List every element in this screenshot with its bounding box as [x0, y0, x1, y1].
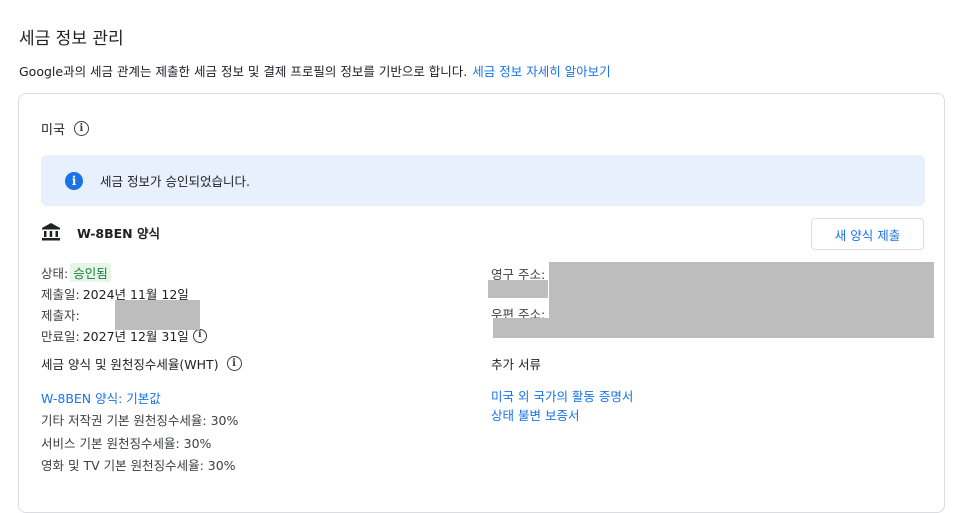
docs-section-title: 추가 서류	[491, 354, 541, 373]
wht-form-link[interactable]: W-8BEN 양식: 기본값	[41, 386, 238, 409]
status-row: 상태: 승인됨	[41, 262, 207, 283]
wht-list: W-8BEN 양식: 기본값 기타 저작권 기본 원천징수세율: 30% 서비스…	[41, 386, 238, 476]
bank-icon	[42, 223, 60, 241]
intro-text-row: Google과의 세금 관계는 제출한 세금 정보 및 결제 프로필의 정보를 …	[19, 61, 611, 80]
submitter-redaction	[115, 300, 200, 330]
wht-section-title: 세금 양식 및 원천징수세율(WHT) i	[41, 354, 242, 373]
submitted-label: 제출일:	[41, 287, 80, 302]
wht-info-icon[interactable]: i	[226, 356, 242, 371]
docs-list: 미국 외 국가의 활동 증명서 상태 불변 보증서	[491, 386, 633, 424]
form-name: W-8BEN 양식	[77, 225, 160, 241]
wht-services-rate: 서비스 기본 원천징수세율: 30%	[41, 435, 212, 451]
submitter-label: 제출자:	[41, 308, 80, 323]
status-badge: 승인됨	[70, 263, 111, 282]
status-label: 상태:	[41, 266, 69, 281]
form-header: W-8BEN 양식	[41, 222, 160, 242]
permanent-address-redaction-2	[488, 280, 548, 298]
tax-info-card: 미국 i i 세금 정보가 승인되었습니다. W-8BEN 양식 새 양식 제출…	[18, 93, 945, 513]
tax-info-learn-more-link[interactable]: 세금 정보 자세히 알아보기	[472, 64, 610, 79]
mailing-address-redaction	[549, 298, 934, 338]
banner-text: 세금 정보가 승인되었습니다.	[100, 174, 250, 189]
wht-film-tv-rate: 영화 및 TV 기본 원천징수세율: 30%	[41, 458, 236, 474]
wht-title: 세금 양식 및 원천징수세율(WHT)	[41, 357, 219, 372]
page-title: 세금 정보 관리	[19, 29, 124, 49]
expiry-info-icon[interactable]: i	[192, 328, 207, 343]
wht-royalty-rate: 기타 저작권 기본 원천징수세율: 30%	[41, 413, 239, 429]
non-us-activity-cert-link[interactable]: 미국 외 국가의 활동 증명서	[491, 386, 633, 405]
submit-new-form-button[interactable]: 새 양식 제출	[811, 218, 924, 250]
info-filled-icon: i	[65, 171, 83, 190]
country-heading: 미국 i	[41, 119, 89, 138]
approval-banner: i 세금 정보가 승인되었습니다.	[41, 155, 925, 206]
docs-title: 추가 서류	[491, 357, 541, 372]
country-label: 미국	[41, 123, 65, 138]
expiry-label: 만료일:	[41, 329, 80, 344]
intro-text: Google과의 세금 관계는 제출한 세금 정보 및 결제 프로필의 정보를 …	[19, 64, 468, 79]
country-info-icon[interactable]: i	[73, 121, 89, 136]
mailing-address-redaction-2	[493, 318, 563, 338]
permanent-address-redaction	[549, 262, 934, 298]
no-change-statement-link[interactable]: 상태 불변 보증서	[491, 405, 633, 424]
